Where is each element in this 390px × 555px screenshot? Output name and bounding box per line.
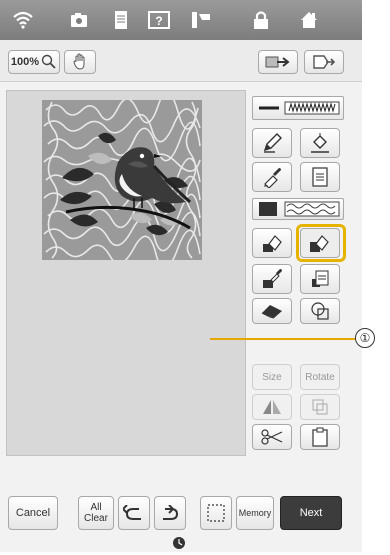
needle-icon[interactable] (190, 10, 212, 30)
top-navigation-bar: ? (0, 0, 362, 40)
embroidery-pattern-image[interactable] (42, 100, 202, 260)
highlight-frame (296, 224, 346, 262)
document-icon[interactable] (110, 10, 132, 30)
sewing-status-icon (172, 536, 186, 550)
magnifier-icon (41, 54, 56, 69)
memory-label: Memory (238, 508, 272, 518)
color-picker-button[interactable] (252, 162, 292, 192)
import-button[interactable] (258, 50, 298, 74)
rotate-label: Rotate (305, 371, 335, 383)
flip-button[interactable] (252, 394, 292, 420)
export-icon (313, 55, 336, 69)
cut-button[interactable] (252, 424, 292, 450)
stamp-icon (311, 302, 329, 320)
import-icon (265, 56, 290, 68)
hand-icon (73, 53, 85, 70)
export-button[interactable] (304, 50, 344, 74)
line-type-selector[interactable] (252, 96, 344, 120)
region-color-picker-button[interactable] (252, 264, 292, 294)
next-label: Next (299, 507, 323, 519)
size-button[interactable]: Size (252, 364, 292, 390)
duplicate-button[interactable] (300, 394, 340, 420)
redo-icon (163, 505, 179, 520)
list-button[interactable] (300, 162, 340, 192)
select-button[interactable] (200, 496, 232, 530)
fill-bucket-button[interactable] (252, 228, 292, 258)
callout-line (210, 338, 356, 340)
clipboard-icon (312, 427, 328, 447)
wifi-icon[interactable] (12, 10, 34, 30)
selection-icon (207, 504, 225, 522)
undo-button[interactable] (118, 496, 150, 530)
scissors-icon (261, 429, 283, 445)
line-style-icon (259, 101, 340, 115)
cancel-button[interactable]: Cancel (8, 496, 58, 530)
bottom-action-bar: Cancel All Clear Memory Next (0, 490, 362, 532)
edit-toolbar: 100% (0, 40, 362, 82)
camera-icon[interactable] (68, 10, 90, 30)
eyedropper-icon (264, 168, 281, 188)
tool-panel: Size Rotate (252, 90, 348, 456)
undo-icon (123, 505, 141, 520)
line-property-button[interactable] (300, 128, 340, 158)
paste-button[interactable] (300, 424, 340, 450)
cancel-label: Cancel (15, 507, 51, 519)
list-icon (312, 167, 328, 187)
all-clear-button[interactable]: All Clear (78, 496, 114, 530)
fill-style-icon (259, 201, 340, 217)
fill-bucket-icon (263, 235, 282, 252)
stack-list-icon (312, 270, 329, 287)
home-icon[interactable] (298, 10, 320, 30)
svg-text:?: ? (155, 14, 162, 28)
lock-icon[interactable] (250, 10, 272, 30)
callout-number: ① (355, 328, 375, 348)
stamp-button[interactable] (300, 298, 340, 324)
help-icon[interactable]: ? (148, 10, 170, 30)
zoom-button[interactable]: 100% (8, 50, 60, 74)
next-button[interactable]: Next (280, 496, 342, 530)
zoom-label: 100% (10, 56, 40, 68)
duplicate-icon (312, 399, 328, 415)
flip-icon (263, 400, 281, 414)
region-list-button[interactable] (300, 264, 340, 294)
pencil-button[interactable] (252, 128, 292, 158)
line-property-icon (311, 133, 329, 153)
region-eyedropper-icon (263, 269, 282, 288)
stipple-bird-image (42, 100, 202, 260)
rotate-button[interactable]: Rotate (300, 364, 340, 390)
pencil-icon (263, 133, 282, 153)
all-clear-label: All Clear (84, 502, 108, 524)
embroidery-design-screen: ? 100% Size Rotate Cancel All Clear Memo… (0, 0, 362, 552)
eraser-button[interactable] (252, 298, 292, 324)
eraser-icon (261, 305, 282, 319)
redo-button[interactable] (154, 496, 186, 530)
size-label: Size (262, 371, 282, 383)
fill-type-selector[interactable] (252, 198, 344, 220)
memory-button[interactable]: Memory (236, 496, 274, 530)
hand-tool-button[interactable] (64, 50, 96, 74)
